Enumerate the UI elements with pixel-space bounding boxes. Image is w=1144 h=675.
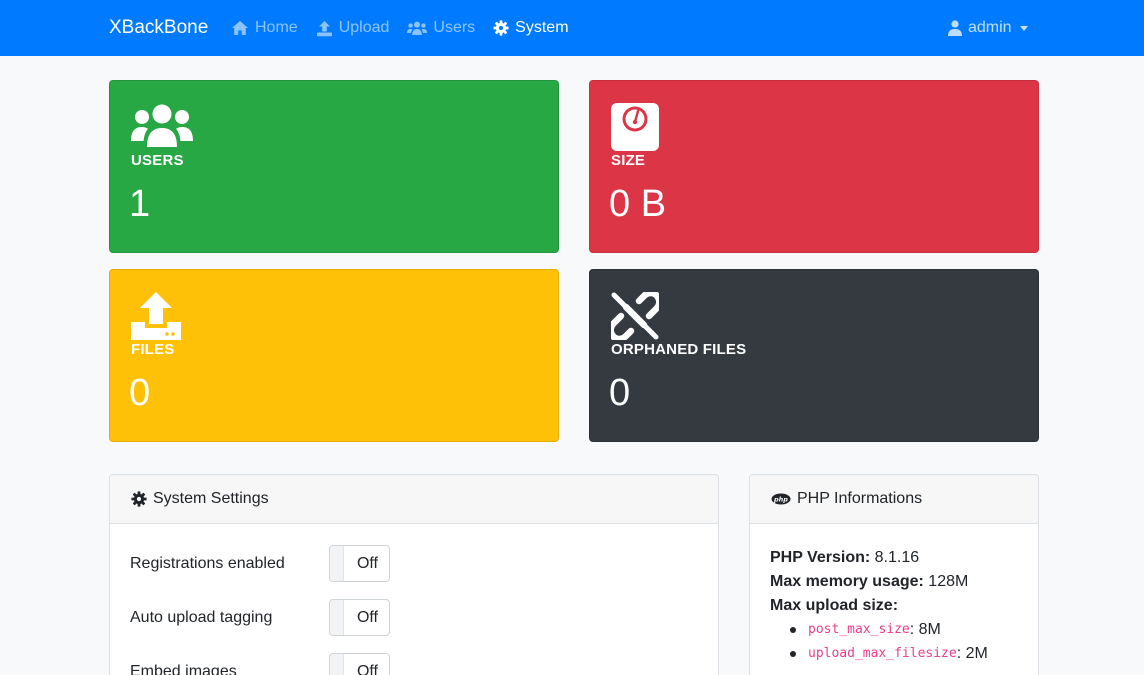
stat-card-files: FILES 0 — [109, 269, 559, 442]
nav-users-label: Users — [433, 19, 476, 36]
nav-system[interactable]: System — [493, 17, 569, 39]
setting-row-auto-tagging: Auto upload tagging Off — [130, 599, 390, 636]
memory-line: Max memory usage: 128M — [770, 570, 1018, 594]
nav-home-label: Home — [255, 19, 298, 36]
registrations-toggle[interactable]: Off — [329, 545, 390, 582]
php-info-panel: php PHP Informations PHP Version: 8.1.16… — [749, 474, 1039, 675]
home-icon — [232, 21, 248, 35]
upload-limits-list: post_max_size: 8M upload_max_filesize: 2… — [770, 618, 1018, 666]
top-navbar: XBackBone Home Upload Users System admin — [0, 0, 1144, 56]
upload-size-line: Max upload size: — [770, 594, 1018, 618]
setting-row-embed-images: Embed images Off — [130, 653, 390, 675]
upload-icon — [316, 20, 332, 36]
nav-system-label: System — [515, 19, 569, 36]
user-icon — [948, 20, 962, 36]
system-settings-panel: System Settings Registrations enabled Of… — [109, 474, 719, 675]
nav-home[interactable]: Home — [231, 17, 298, 39]
setting-label: Registrations enabled — [130, 554, 285, 572]
stat-card-users: USERS 1 — [109, 80, 559, 253]
unlink-icon — [611, 292, 659, 340]
caret-down-icon — [1019, 25, 1028, 31]
stat-files-value: 0 — [129, 372, 151, 414]
upload-size-label: Max upload size: — [770, 597, 899, 614]
setting-label: Embed images — [130, 662, 237, 675]
toggle-state: Off — [356, 555, 378, 572]
limit-value: 2M — [965, 645, 988, 662]
php-info-body: PHP Version: 8.1.16 Max memory usage: 12… — [750, 524, 1038, 675]
embed-images-toggle[interactable]: Off — [329, 653, 390, 675]
user-dropdown[interactable]: admin — [948, 17, 1028, 39]
php-info-title: PHP Informations — [797, 490, 923, 507]
toggle-knob — [330, 600, 344, 635]
toggle-state: Off — [356, 663, 378, 675]
auto-tagging-toggle[interactable]: Off — [329, 599, 390, 636]
stat-size-label: SIZE — [611, 152, 646, 169]
stat-card-size: SIZE 0 B — [589, 80, 1039, 253]
limit-value: 8M — [918, 621, 941, 638]
svg-text:php: php — [773, 495, 788, 503]
weight-scale-icon — [611, 103, 659, 151]
stat-size-value: 0 B — [609, 183, 667, 225]
php-info-header: php PHP Informations — [750, 475, 1038, 524]
brand-link[interactable]: XBackBone — [109, 16, 208, 40]
users-icon — [131, 104, 193, 147]
toggle-state: Off — [356, 609, 378, 626]
memory-value: 128M — [928, 573, 969, 590]
list-item: upload_max_filesize: 2M — [790, 642, 1018, 666]
system-settings-title: System Settings — [153, 490, 269, 507]
nav-upload-label: Upload — [338, 19, 390, 36]
list-item: post_max_size: 8M — [790, 618, 1018, 642]
stat-files-label: FILES — [131, 341, 175, 358]
gear-icon — [493, 20, 509, 36]
system-settings-header: System Settings — [110, 475, 718, 524]
php-version-label: PHP Version: — [770, 549, 871, 566]
nav-users[interactable]: Users — [407, 17, 475, 39]
php-version-value: 8.1.16 — [874, 549, 920, 566]
limit-key: post_max_size — [808, 622, 910, 637]
user-name: admin — [968, 19, 1012, 36]
nav-links: Home Upload Users System — [231, 17, 587, 39]
php-version-line: PHP Version: 8.1.16 — [770, 546, 1018, 570]
users-icon — [407, 21, 428, 35]
setting-row-registrations: Registrations enabled Off — [130, 545, 390, 582]
gear-icon — [131, 491, 147, 507]
memory-label: Max memory usage: — [770, 573, 924, 590]
limit-key: upload_max_filesize — [808, 646, 957, 661]
file-upload-icon — [131, 292, 181, 340]
stat-users-value: 1 — [129, 183, 151, 225]
stat-card-orphaned-files: ORPHANED FILES 0 — [589, 269, 1039, 442]
toggle-knob — [330, 546, 344, 581]
nav-upload[interactable]: Upload — [316, 17, 390, 39]
stat-orphaned-value: 0 — [609, 372, 631, 414]
setting-label: Auto upload tagging — [130, 608, 273, 626]
stat-users-label: USERS — [131, 152, 184, 169]
toggle-knob — [330, 654, 344, 675]
stat-orphaned-label: ORPHANED FILES — [611, 341, 747, 358]
php-icon: php — [771, 493, 791, 505]
